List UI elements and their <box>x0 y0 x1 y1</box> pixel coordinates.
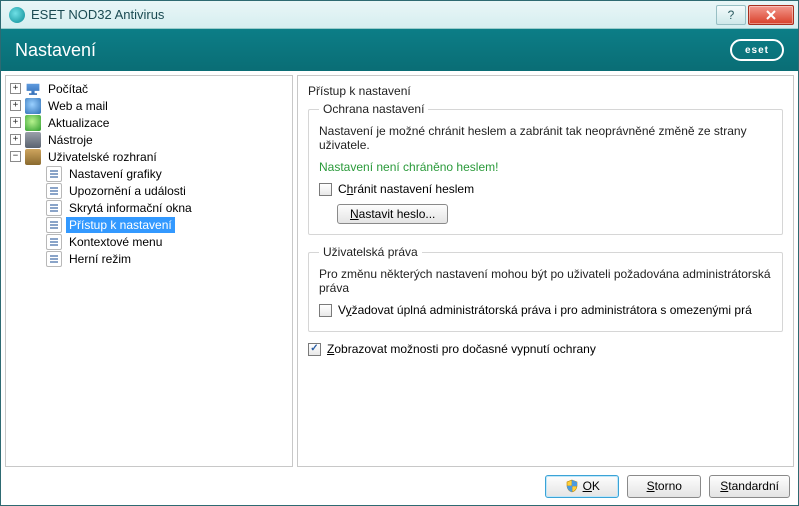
tree-item-tools[interactable]: + Nástroje <box>8 131 290 148</box>
window-title: ESET NOD32 Antivirus <box>31 7 716 22</box>
checkbox-checked-icon <box>308 343 321 356</box>
group-user-rights: Uživatelská práva Pro změnu některých na… <box>308 245 783 332</box>
tree-label: Počítač <box>45 81 91 97</box>
tree-item-computer[interactable]: + Počítač <box>8 80 290 97</box>
checkbox-show-disable-options[interactable]: Zobrazovat možnosti pro dočasné vypnutí … <box>308 342 783 356</box>
tree-pane[interactable]: + Počítač + Web a mail + Aktualizace + <box>5 75 293 467</box>
page-title: Přístup k nastavení <box>308 84 783 98</box>
tree-item-ui[interactable]: − Uživatelské rozhraní <box>8 148 290 165</box>
group-desc: Pro změnu některých nastavení mohou být … <box>319 267 772 295</box>
titlebar: ESET NOD32 Antivirus ? <box>1 1 798 29</box>
page-icon <box>46 234 62 250</box>
set-password-button[interactable]: Nastavit heslo... <box>337 204 448 224</box>
checkbox-label: Zobrazovat možnosti pro dočasné vypnutí … <box>327 342 596 356</box>
expand-icon[interactable]: + <box>10 100 21 111</box>
close-button[interactable] <box>748 5 794 25</box>
tree-label: Aktualizace <box>45 115 112 131</box>
globe-icon <box>25 98 41 114</box>
app-icon <box>9 7 25 23</box>
content-pane: Přístup k nastavení Ochrana nastavení Na… <box>297 75 794 467</box>
expand-icon[interactable]: + <box>10 83 21 94</box>
collapse-icon[interactable]: − <box>10 151 21 162</box>
checkbox-protect-password[interactable]: Chránit nastavení heslem <box>319 182 772 196</box>
ui-icon <box>25 149 41 165</box>
page-icon <box>46 166 62 182</box>
header-band: Nastavení eset <box>1 29 798 71</box>
body: + Počítač + Web a mail + Aktualizace + <box>1 71 798 505</box>
tree-label: Skrytá informační okna <box>66 200 195 216</box>
help-button[interactable]: ? <box>716 5 746 25</box>
header-title: Nastavení <box>15 40 96 61</box>
window: ESET NOD32 Antivirus ? Nastavení eset + … <box>0 0 799 506</box>
button-label: Standardní <box>720 479 779 493</box>
tree-label: Kontextové menu <box>66 234 165 250</box>
checkbox-require-admin[interactable]: Vyžadovat úplná administrátorská práva i… <box>319 303 772 317</box>
footer: OK Storno Standardní <box>1 471 798 505</box>
tree-item-alerts[interactable]: Upozornění a události <box>8 182 290 199</box>
tree-label: Herní režim <box>66 251 134 267</box>
update-icon <box>25 115 41 131</box>
tree-label: Web a mail <box>45 98 111 114</box>
page-icon <box>46 200 62 216</box>
panes: + Počítač + Web a mail + Aktualizace + <box>1 71 798 471</box>
eset-logo: eset <box>730 39 784 61</box>
expand-icon[interactable]: + <box>10 134 21 145</box>
page-icon <box>46 251 62 267</box>
tree-item-web[interactable]: + Web a mail <box>8 97 290 114</box>
checkbox-icon <box>319 183 332 196</box>
titlebar-buttons: ? <box>716 5 794 25</box>
computer-icon <box>25 81 41 97</box>
group-legend: Uživatelská práva <box>319 245 422 259</box>
tree-label-selected: Přístup k nastavení <box>66 217 175 233</box>
checkbox-icon <box>319 304 332 317</box>
tree-label: Nastavení grafiky <box>66 166 165 182</box>
tree-item-gamer[interactable]: Herní režim <box>8 250 290 267</box>
checkbox-label: Chránit nastavení heslem <box>338 182 474 196</box>
tree-label: Uživatelské rozhraní <box>45 149 160 165</box>
button-label: OK <box>583 479 600 493</box>
tree-item-context[interactable]: Kontextové menu <box>8 233 290 250</box>
tree-item-update[interactable]: + Aktualizace <box>8 114 290 131</box>
cancel-button[interactable]: Storno <box>627 475 701 498</box>
tools-icon <box>25 132 41 148</box>
shield-icon <box>565 479 579 493</box>
page-icon <box>46 217 62 233</box>
page-icon <box>46 183 62 199</box>
button-label: Storno <box>647 479 682 493</box>
group-desc: Nastavení je možné chránit heslem a zabr… <box>319 124 772 152</box>
ok-button[interactable]: OK <box>545 475 619 498</box>
default-button[interactable]: Standardní <box>709 475 790 498</box>
tree-item-hidden[interactable]: Skrytá informační okna <box>8 199 290 216</box>
group-legend: Ochrana nastavení <box>319 102 428 116</box>
status-not-protected: Nastavení není chráněno heslem! <box>319 160 772 174</box>
tree-label: Nástroje <box>45 132 96 148</box>
group-protect-settings: Ochrana nastavení Nastavení je možné chr… <box>308 102 783 235</box>
tree-item-graphics[interactable]: Nastavení grafiky <box>8 165 290 182</box>
checkbox-label: Vyžadovat úplná administrátorská práva i… <box>338 303 752 317</box>
expand-icon[interactable]: + <box>10 117 21 128</box>
tree-label: Upozornění a události <box>66 183 189 199</box>
tree-item-access[interactable]: Přístup k nastavení <box>8 216 290 233</box>
